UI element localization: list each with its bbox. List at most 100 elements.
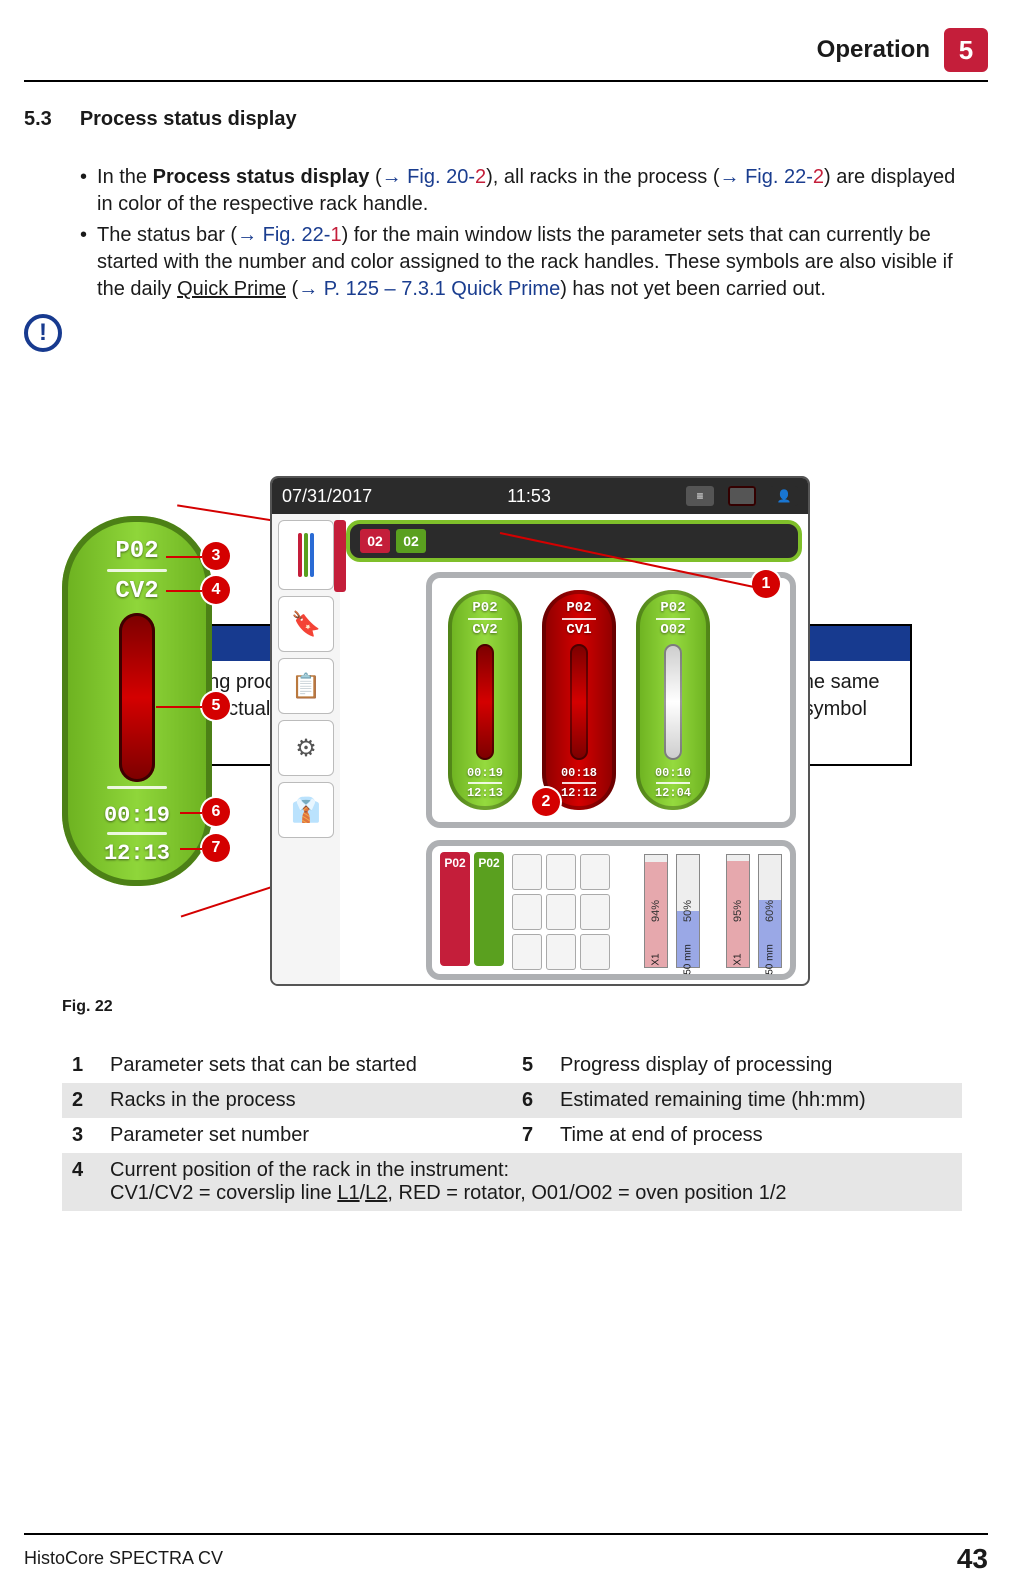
callout-line [180, 848, 202, 850]
t: CV1/CV2 = coverslip line [110, 1182, 337, 1204]
footer-rule [24, 1533, 988, 1535]
divider [656, 618, 690, 620]
quick-prime-ref[interactable]: Quick Prime [177, 278, 286, 300]
slot[interactable] [546, 854, 576, 890]
rack-paramset: P02 [566, 600, 591, 616]
status-icon[interactable]: ≡ [686, 486, 714, 506]
legend-num: 3 [62, 1118, 110, 1153]
divider [562, 618, 596, 620]
racks-in-process-panel: P02 CV2 00:19 12:13 P02 CV1 00 [426, 572, 796, 828]
legend-text: Time at end of process [560, 1118, 962, 1153]
nav-list-icon[interactable]: 📋 [278, 658, 334, 714]
xref-l1[interactable]: L1 [337, 1182, 359, 1204]
slot-grid [512, 854, 610, 966]
figure-caption: Fig. 22 [62, 998, 113, 1016]
xref-quickprime[interactable]: → P. 125 – 7.3.1 Quick Prime [298, 278, 560, 300]
legend-num: 6 [512, 1083, 560, 1118]
callout-line [166, 590, 202, 592]
slot[interactable] [580, 894, 610, 930]
t: ), all racks in the process ( [486, 166, 719, 188]
callout-line [180, 812, 202, 814]
rack-remaining-time: 00:18 [561, 766, 597, 780]
t: 2 [813, 166, 824, 188]
footer-page: 43 [957, 1543, 988, 1575]
instrument-screen: 07/31/2017 11:53 ≡ 👤 🔖 📋 ⚙ 👔 [270, 476, 810, 986]
page-section-title: Operation [817, 36, 930, 64]
consumables-panel: P02 P02 94% X1 [426, 840, 796, 980]
rack-position: O02 [660, 622, 685, 638]
slot[interactable] [546, 894, 576, 930]
user-icon[interactable]: 👤 [770, 486, 798, 506]
rack-progress-bar [570, 644, 588, 760]
slot[interactable] [546, 934, 576, 970]
rack-progress-bar [476, 644, 494, 760]
xref-fig22a[interactable]: → Fig. 22-2 [720, 166, 824, 188]
gauge-label: X1 [733, 953, 744, 965]
rack-handle[interactable]: P02 CV1 00:18 12:12 [542, 590, 616, 810]
gauge-pct: 95% [732, 900, 744, 922]
gauge-label: X1 [651, 953, 662, 965]
footer-product: HistoCore SPECTRA CV [24, 1548, 223, 1569]
legend-text: Progress display of processing [560, 1048, 962, 1083]
consumable-gauge[interactable]: 95% X1 [726, 854, 750, 968]
slot[interactable] [512, 854, 542, 890]
divider [107, 832, 167, 835]
gauge-label: 50 mm [765, 944, 776, 975]
consumable-gauge[interactable]: 50% 50 mm [676, 854, 700, 968]
slot[interactable] [580, 934, 610, 970]
paramset-chip[interactable]: 02 [360, 529, 390, 553]
accent-bar [334, 520, 346, 592]
rack-handle[interactable]: P02 CV2 00:19 12:13 [448, 590, 522, 810]
t: ) has not yet been carried out. [560, 278, 826, 300]
xref-l2[interactable]: L2 [365, 1182, 387, 1204]
bullet-2: The status bar (→ Fig. 22-1) for the mai… [97, 222, 962, 303]
t: ( [286, 278, 298, 300]
screen-date: 07/31/2017 [282, 486, 372, 507]
legend-num: 4 [62, 1153, 110, 1211]
bottom-paramset-chip[interactable]: P02 [474, 852, 504, 966]
rack-remaining-time: 00:19 [467, 766, 503, 780]
bullet-1: In the Process status display (→ Fig. 20… [97, 164, 962, 218]
xref-fig22b[interactable]: → Fig. 22-1 [237, 224, 341, 246]
nav-slide-icon[interactable]: 🔖 [278, 596, 334, 652]
t: 2 [475, 166, 486, 188]
divider [468, 782, 502, 784]
screen-time: 11:53 [507, 486, 551, 507]
section-number: 5.3 [24, 108, 52, 131]
consumable-gauge[interactable]: 60% 50 mm [758, 854, 782, 968]
slot[interactable] [512, 894, 542, 930]
nav-operator-icon[interactable]: 👔 [278, 782, 334, 838]
rack-paramset: P02 [472, 600, 497, 616]
consumable-gauge[interactable]: 94% X1 [644, 854, 668, 968]
divider [107, 569, 167, 572]
slot[interactable] [580, 854, 610, 890]
legend-table: 1Parameter sets that can be started 2Rac… [62, 1048, 962, 1211]
header-rule [24, 80, 988, 82]
callout-line [156, 706, 202, 708]
nav-settings-icon[interactable]: ⚙ [278, 720, 334, 776]
gauge-pct: 50% [682, 900, 694, 922]
rack-remaining-time: 00:10 [655, 766, 691, 780]
process-status-display-ref: Process status display [153, 166, 370, 188]
parameter-set-bar[interactable]: 02 02 [346, 520, 802, 562]
t: → Fig. 20- [382, 166, 475, 188]
t: → Fig. 22- [720, 166, 813, 188]
info-icon: ! [24, 314, 62, 352]
section-title: Process status display [80, 108, 297, 131]
xref-fig20[interactable]: → Fig. 20-2 [382, 166, 486, 188]
paramset-chip[interactable]: 02 [396, 529, 426, 553]
rack-handle-detail: P02 CV2 00:19 12:13 [62, 516, 212, 886]
rack-handle[interactable]: P02 O02 00:10 12:04 [636, 590, 710, 810]
bottom-paramset-chip[interactable]: P02 [440, 852, 470, 966]
divider [656, 782, 690, 784]
chapter-badge: 5 [944, 28, 988, 72]
legend-text: Parameter set number [110, 1118, 512, 1153]
rack-progress-bar [664, 644, 682, 760]
nav-pens-icon[interactable] [278, 520, 334, 590]
callout-1: 1 [752, 570, 780, 598]
legend-num: 7 [512, 1118, 560, 1153]
oven-icon[interactable] [728, 486, 756, 506]
slot[interactable] [512, 934, 542, 970]
rack-position: CV2 [115, 578, 158, 605]
legend-num: 5 [512, 1048, 560, 1083]
